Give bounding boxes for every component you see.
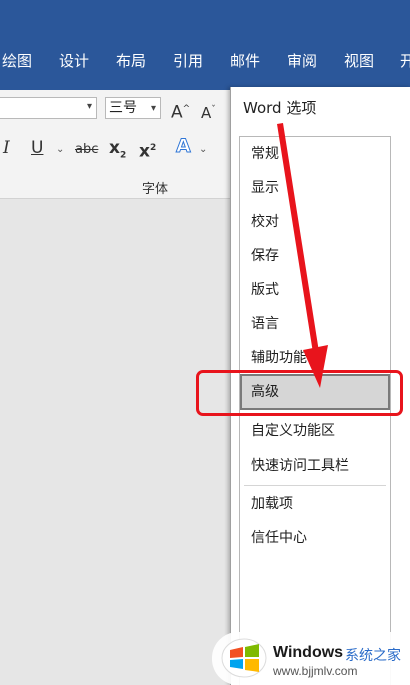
watermark-brand-cn: 系统之家 [345, 648, 401, 664]
windows-logo-icon [221, 638, 267, 678]
annotation-arrow [277, 123, 328, 388]
watermark-brand: Windows [273, 644, 344, 661]
annotation-arrow-head [303, 345, 328, 388]
annotation-arrow-shaft [277, 123, 319, 353]
watermark-url: www.bjjmlv.com [273, 664, 358, 678]
